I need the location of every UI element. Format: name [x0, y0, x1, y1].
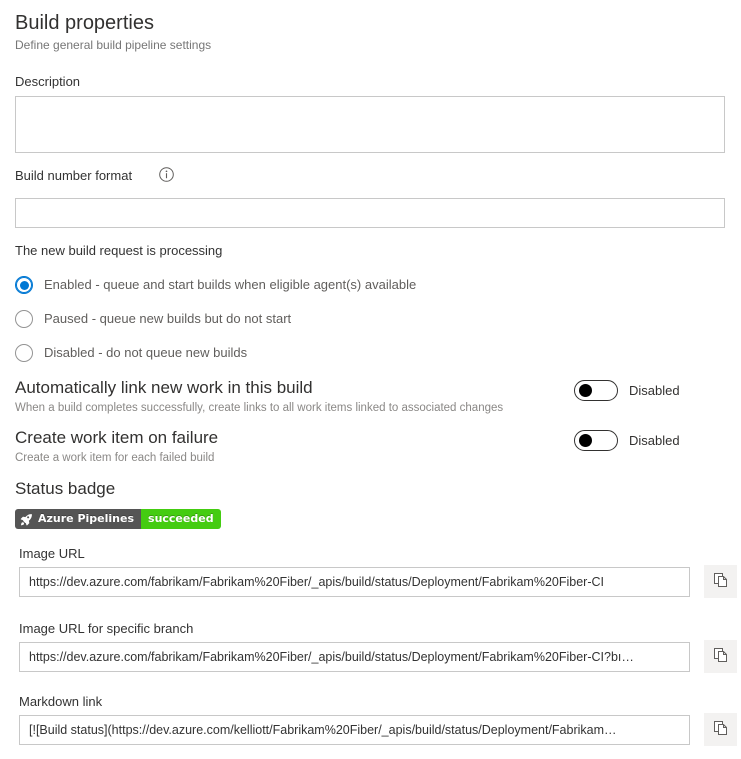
work-item-failure-toggle[interactable]: Disabled: [574, 430, 680, 451]
work-item-failure-toggle-state: Disabled: [629, 433, 680, 448]
radio-disabled[interactable]: Disabled - do not queue new builds: [15, 343, 247, 363]
status-badge-left-text: Azure Pipelines: [38, 512, 135, 525]
status-badge-left: Azure Pipelines: [15, 509, 142, 529]
build-number-format-input[interactable]: [15, 198, 725, 228]
page-title: Build properties: [15, 12, 154, 34]
work-item-failure-subtext: Create a work item for each failed build: [15, 452, 215, 464]
status-badge-right-text: succeeded: [148, 512, 214, 525]
status-badge-heading: Status badge: [15, 479, 116, 498]
work-item-failure-toggle-pill[interactable]: [574, 430, 618, 451]
radio-label-disabled: Disabled - do not queue new builds: [44, 345, 248, 360]
copy-icon: [713, 720, 729, 739]
radio-label-enabled: Enabled - queue and start builds when el…: [44, 277, 417, 292]
auto-link-toggle[interactable]: Disabled: [574, 380, 680, 401]
work-item-failure-toggle-knob: [579, 434, 592, 447]
description-label: Description: [15, 74, 81, 89]
build-properties-page: Build properties Define general build pi…: [0, 0, 741, 759]
auto-link-toggle-pill[interactable]: [574, 380, 618, 401]
info-icon[interactable]: [159, 167, 174, 182]
markdown-link-label: Markdown link: [19, 694, 103, 709]
radio-paused[interactable]: Paused - queue new builds but do not sta…: [15, 309, 291, 329]
status-badge: Azure Pipelines succeeded: [15, 509, 221, 529]
auto-link-heading: Automatically link new work in this buil…: [15, 378, 313, 397]
radio-mark-enabled: [15, 276, 33, 294]
radio-enabled[interactable]: Enabled - queue and start builds when el…: [15, 275, 416, 295]
page-subtitle: Define general build pipeline settings: [15, 38, 212, 52]
markdown-link-input[interactable]: [19, 715, 690, 745]
copy-markdown-link-button[interactable]: [704, 713, 737, 746]
copy-icon: [713, 647, 729, 666]
copy-image-url-button[interactable]: [704, 565, 737, 598]
processing-label: The new build request is processing: [15, 243, 223, 258]
copy-image-url-branch-button[interactable]: [704, 640, 737, 673]
image-url-branch-input[interactable]: [19, 642, 690, 672]
image-url-branch-label: Image URL for specific branch: [19, 621, 194, 636]
copy-icon: [713, 572, 729, 591]
status-badge-right: succeeded: [141, 509, 221, 529]
image-url-label: Image URL: [19, 546, 85, 561]
description-input[interactable]: [15, 96, 725, 153]
image-url-input[interactable]: [19, 567, 690, 597]
build-number-format-label: Build number format: [15, 168, 133, 183]
rocket-icon: [20, 513, 33, 526]
radio-mark-paused: [15, 310, 33, 328]
auto-link-toggle-knob: [579, 384, 592, 397]
radio-label-paused: Paused - queue new builds but do not sta…: [44, 311, 292, 326]
radio-mark-disabled: [15, 344, 33, 362]
work-item-failure-heading: Create work item on failure: [15, 428, 219, 447]
auto-link-subtext: When a build completes successfully, cre…: [15, 402, 504, 414]
auto-link-toggle-state: Disabled: [629, 383, 680, 398]
